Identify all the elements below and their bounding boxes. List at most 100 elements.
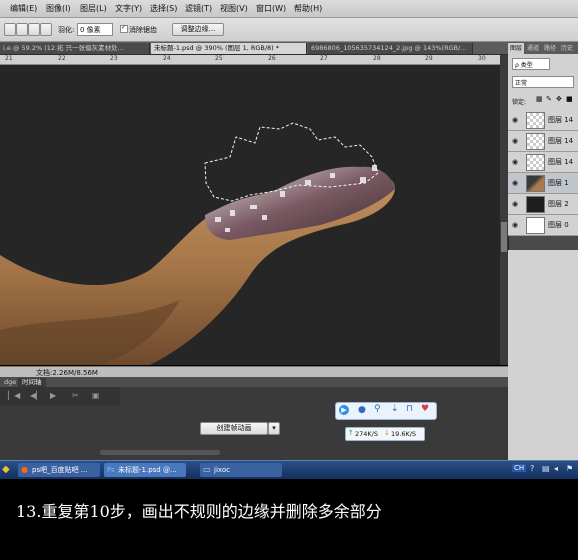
layer-name[interactable]: 图层 1 <box>548 178 569 188</box>
task-folder[interactable]: ▭ jixoc <box>200 463 282 477</box>
visibility-eye-icon[interactable]: ◉ <box>512 116 518 124</box>
marquee-add-icon[interactable] <box>16 23 28 36</box>
tray-help-icon[interactable]: ? <box>530 464 534 473</box>
ruler-tick: 21 <box>5 55 13 62</box>
download-arrow-icon: ↓ <box>384 429 390 437</box>
tab-paths[interactable]: 路径 <box>542 43 558 54</box>
taskbar: ◆ ● ps吧_百度贴吧 ... Ps 未标题-1.psd @... ▭ jix… <box>0 460 578 479</box>
tab-timeline[interactable]: 时间轴 <box>18 378 46 387</box>
layer-row[interactable]: ◉ 图层 14 <box>508 110 578 131</box>
menu-filter[interactable]: 滤镜(T) <box>185 3 212 14</box>
marquee-subtract-icon[interactable] <box>28 23 40 36</box>
lock-label: 锁定: <box>512 99 527 106</box>
prev-frame-icon[interactable]: ◀▏ <box>30 391 42 400</box>
layer-thumbnail <box>526 112 545 129</box>
visibility-eye-icon[interactable]: ◉ <box>512 221 518 229</box>
tray-volume-icon[interactable]: ◂ <box>554 464 558 473</box>
tutorial-caption: 13.重复第10步，画出不规则的边缘并删除多余部分 <box>16 502 382 521</box>
timeline-zoom-slider[interactable] <box>100 450 220 455</box>
user-icon[interactable]: ● <box>358 405 366 415</box>
window-icon: ▭ <box>203 465 211 474</box>
timeline-controls: ▏◀ ◀▏ ▶ ✂ ▣ <box>0 387 120 405</box>
start-icon[interactable]: ◆ <box>2 464 10 475</box>
transition-icon[interactable]: ▣ <box>92 391 100 400</box>
antialias-checkbox[interactable]: ✓ <box>120 24 128 33</box>
layer-name[interactable]: 图层 14 <box>548 115 573 125</box>
lock-pixels-icon[interactable]: ▦ <box>536 95 543 103</box>
task-photoshop[interactable]: Ps 未标题-1.psd @... <box>104 463 186 477</box>
lock-position-icon[interactable]: ✎ <box>546 95 552 103</box>
timeline-tabs: dge 时间轴 <box>0 377 508 387</box>
language-indicator[interactable]: CH <box>512 464 527 472</box>
create-frame-animation-button[interactable]: 创建帧动画 <box>200 422 268 435</box>
tab-layers[interactable]: 图层 <box>508 43 525 54</box>
status-bar: 文档:2.26M/8.56M <box>0 366 508 377</box>
menu-select[interactable]: 选择(S) <box>150 3 177 14</box>
visibility-eye-icon[interactable]: ◉ <box>512 179 518 187</box>
layer-name[interactable]: 图层 0 <box>548 220 569 230</box>
ruler-tick: 30 <box>478 55 486 62</box>
speed-indicator: ↑ 274K/S ↓ 19.6K/S <box>345 427 425 441</box>
feather-value: 0 像素 <box>80 26 101 34</box>
first-frame-icon[interactable]: ▏◀ <box>8 391 20 400</box>
dropdown-arrow-icon[interactable]: ▾ <box>268 422 280 435</box>
tab-document-2[interactable]: 未标题-1.psd @ 390% (图层 1, RGB/8) * <box>151 43 307 54</box>
menu-window[interactable]: 窗口(W) <box>256 3 286 14</box>
canvas[interactable] <box>0 65 500 365</box>
menu-view[interactable]: 视图(V) <box>220 3 248 14</box>
ruler-tick: 24 <box>163 55 171 62</box>
tab-document-3[interactable]: 6986806_105635734124_2.jpg @ 143%(RGB/..… <box>308 43 473 54</box>
play-icon[interactable]: ▶ <box>50 391 56 400</box>
filter-kind-label: ρ 类型 <box>515 62 533 69</box>
tab-channels[interactable]: 通道 <box>525 43 541 54</box>
layer-name[interactable]: 图层 2 <box>548 199 569 209</box>
menu-type[interactable]: 文字(Y) <box>115 3 142 14</box>
tab-document-1[interactable]: i.e @ 59.2% (12.拓 只一张偏灰素材处... <box>0 43 150 54</box>
widget-toolbar: ▶ ● ⚲ ⇣ ⊓ ♥ <box>335 402 437 420</box>
layer-row[interactable]: ◉ 图层 2 <box>508 194 578 215</box>
layers-panel-empty-area <box>508 250 578 460</box>
layer-row[interactable]: ◉ 图层 0 <box>508 215 578 236</box>
layer-row[interactable]: ◉ 图层 14 <box>508 152 578 173</box>
download-icon[interactable]: ⇣ <box>391 404 399 414</box>
visibility-eye-icon[interactable]: ◉ <box>512 200 518 208</box>
layer-thumbnail <box>526 217 545 234</box>
layer-row[interactable]: ◉ 图层 14 <box>508 131 578 152</box>
vertical-scrollbar[interactable] <box>500 55 508 365</box>
task-browser[interactable]: ● ps吧_百度贴吧 ... <box>18 463 100 477</box>
layer-row-selected[interactable]: ◉ 图层 1 <box>508 173 578 194</box>
layer-filter-select[interactable]: ρ 类型 <box>512 58 550 70</box>
menu-edit[interactable]: 编辑(E) <box>10 3 37 14</box>
visibility-eye-icon[interactable]: ◉ <box>512 137 518 145</box>
ruler-tick: 27 <box>320 55 328 62</box>
marquee-mode-icon[interactable] <box>4 23 16 36</box>
feather-field[interactable]: 0 像素 <box>77 23 113 36</box>
layers-controls: ρ 类型 正常 锁定: ▦ ✎ ✥ ■ <box>508 54 578 110</box>
blend-mode-select[interactable]: 正常 <box>512 76 574 88</box>
ruler-tick: 22 <box>58 55 66 62</box>
scrollbar-thumb[interactable] <box>501 222 507 252</box>
refine-edge-button[interactable]: 调整边缘... <box>172 23 224 36</box>
scissors-icon[interactable]: ✂ <box>72 391 79 400</box>
tray-network-icon[interactable]: ▤ <box>542 464 550 473</box>
search-icon[interactable]: ⚲ <box>374 404 381 414</box>
layer-name[interactable]: 图层 14 <box>548 136 573 146</box>
heart-icon[interactable]: ♥ <box>421 404 429 414</box>
tab-history[interactable]: 历史 <box>559 43 575 54</box>
menu-image[interactable]: 图像(I) <box>46 3 71 14</box>
tray-flag-icon[interactable]: ⚑ <box>566 464 573 473</box>
lock-all-icon[interactable]: ■ <box>566 95 573 103</box>
marquee-intersect-icon[interactable] <box>40 23 52 36</box>
menu-help[interactable]: 帮助(H) <box>294 3 322 14</box>
layer-thumbnail <box>526 196 545 213</box>
lock-icon[interactable]: ⊓ <box>406 404 413 414</box>
check-icon: ✓ <box>121 24 127 31</box>
play-circle-icon[interactable]: ▶ <box>339 405 349 415</box>
lock-move-icon[interactable]: ✥ <box>556 95 562 103</box>
upload-speed: 274K/S <box>355 430 378 438</box>
blend-mode-value: 正常 <box>515 80 528 87</box>
menu-layer[interactable]: 图层(L) <box>80 3 107 14</box>
ruler-tick: 29 <box>425 55 433 62</box>
visibility-eye-icon[interactable]: ◉ <box>512 158 518 166</box>
layer-name[interactable]: 图层 14 <box>548 157 573 167</box>
